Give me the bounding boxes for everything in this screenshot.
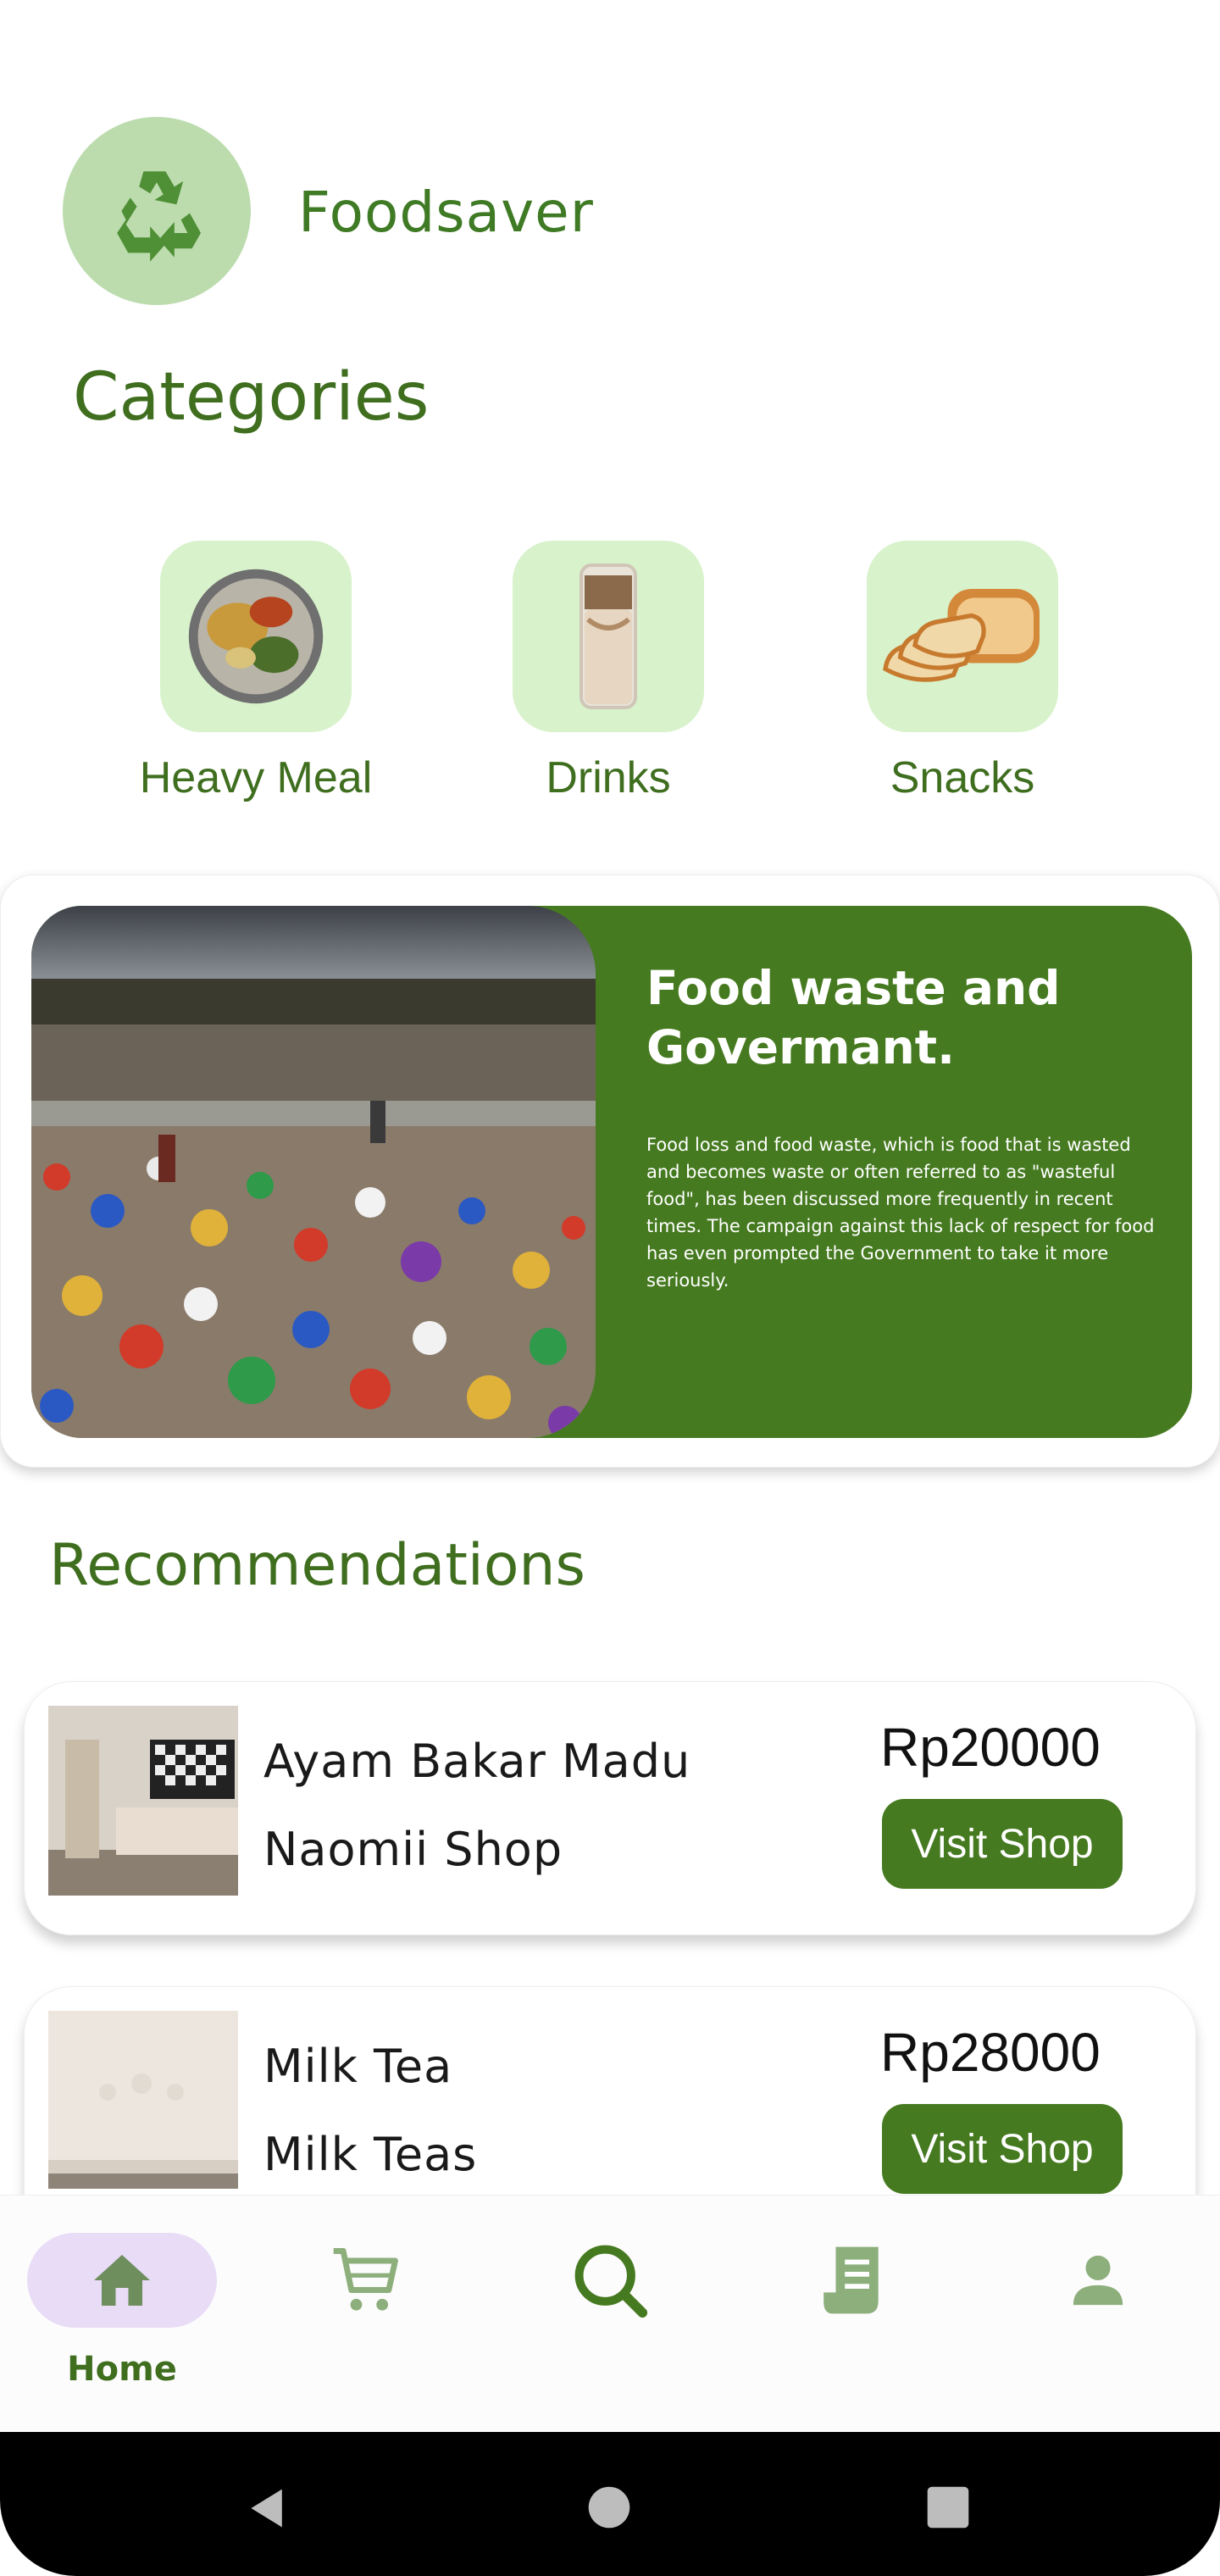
bottom-navigation: Home bbox=[0, 2195, 1220, 2432]
news-banner-card[interactable]: Food waste and Govermant. Food loss and … bbox=[0, 874, 1220, 1468]
product-image bbox=[48, 1706, 238, 1896]
nav-receipt[interactable] bbox=[759, 2233, 949, 2328]
category-label: Snacks bbox=[890, 753, 1035, 802]
heavy-meal-image bbox=[188, 569, 324, 704]
nav-search[interactable] bbox=[515, 2233, 705, 2328]
category-tile[interactable] bbox=[867, 541, 1058, 732]
category-label: Drinks bbox=[546, 753, 671, 802]
app-header: Foodsaver bbox=[0, 0, 1220, 339]
nav-search-pill[interactable] bbox=[515, 2233, 705, 2328]
shop-name: Milk Teas bbox=[263, 2128, 478, 2181]
news-banner[interactable]: Food waste and Govermant. Food loss and … bbox=[31, 906, 1192, 1438]
product-card[interactable]: Ayam Bakar Madu Naomii Shop Rp20000 Visi… bbox=[24, 1681, 1196, 1935]
shop-name: Naomii Shop bbox=[263, 1823, 563, 1876]
nav-cart[interactable] bbox=[271, 2233, 461, 2328]
profile-icon bbox=[1073, 2255, 1123, 2306]
recommendations-title: Recommendations bbox=[49, 1532, 585, 1599]
banner-body: Food loss and food waste, which is food … bbox=[646, 1135, 1155, 1291]
app-name: Foodsaver bbox=[298, 180, 594, 245]
recents-icon[interactable] bbox=[925, 2484, 971, 2530]
nav-home-label: Home bbox=[67, 2350, 177, 2389]
back-icon[interactable] bbox=[244, 2484, 291, 2532]
recycle-icon bbox=[117, 171, 201, 262]
product-name: Milk Tea bbox=[263, 2040, 453, 2093]
category-tile[interactable] bbox=[513, 541, 704, 732]
home-icon bbox=[94, 2255, 150, 2306]
category-tile[interactable] bbox=[160, 541, 352, 732]
product-price: Rp20000 bbox=[880, 1717, 1101, 1778]
receipt-icon bbox=[824, 2246, 879, 2314]
nav-receipt-pill[interactable] bbox=[759, 2233, 949, 2328]
category-snacks[interactable]: Snacks bbox=[835, 541, 1090, 803]
nav-profile[interactable] bbox=[1003, 2233, 1193, 2328]
landfill-photo bbox=[31, 906, 596, 1438]
cart-icon bbox=[333, 2248, 398, 2311]
categories-title: Categories bbox=[73, 359, 430, 436]
product-price: Rp28000 bbox=[880, 2022, 1101, 2083]
banner-heading: Food waste and Govermant. bbox=[646, 961, 1061, 1074]
product-name: Ayam Bakar Madu bbox=[263, 1735, 691, 1788]
bread-image bbox=[883, 589, 1040, 682]
visit-shop-button[interactable]: Visit Shop bbox=[882, 1799, 1123, 1889]
system-navigation-bar bbox=[0, 2432, 1220, 2576]
landfill-image bbox=[31, 906, 596, 1438]
visit-shop-button[interactable]: Visit Shop bbox=[882, 2104, 1123, 2194]
nav-profile-pill[interactable] bbox=[1003, 2233, 1193, 2328]
product-image bbox=[48, 2011, 238, 2189]
category-heavy-meal[interactable]: Heavy Meal bbox=[129, 541, 383, 803]
nav-home[interactable]: Home bbox=[27, 2233, 217, 2389]
drink-image bbox=[580, 564, 637, 709]
app-logo bbox=[63, 117, 251, 305]
category-drinks[interactable]: Drinks bbox=[481, 541, 735, 803]
nav-home-pill[interactable] bbox=[27, 2233, 217, 2328]
category-label: Heavy Meal bbox=[139, 753, 373, 802]
nav-cart-pill[interactable] bbox=[271, 2233, 461, 2328]
search-icon bbox=[574, 2245, 648, 2318]
home-circle-icon[interactable] bbox=[586, 2484, 632, 2530]
